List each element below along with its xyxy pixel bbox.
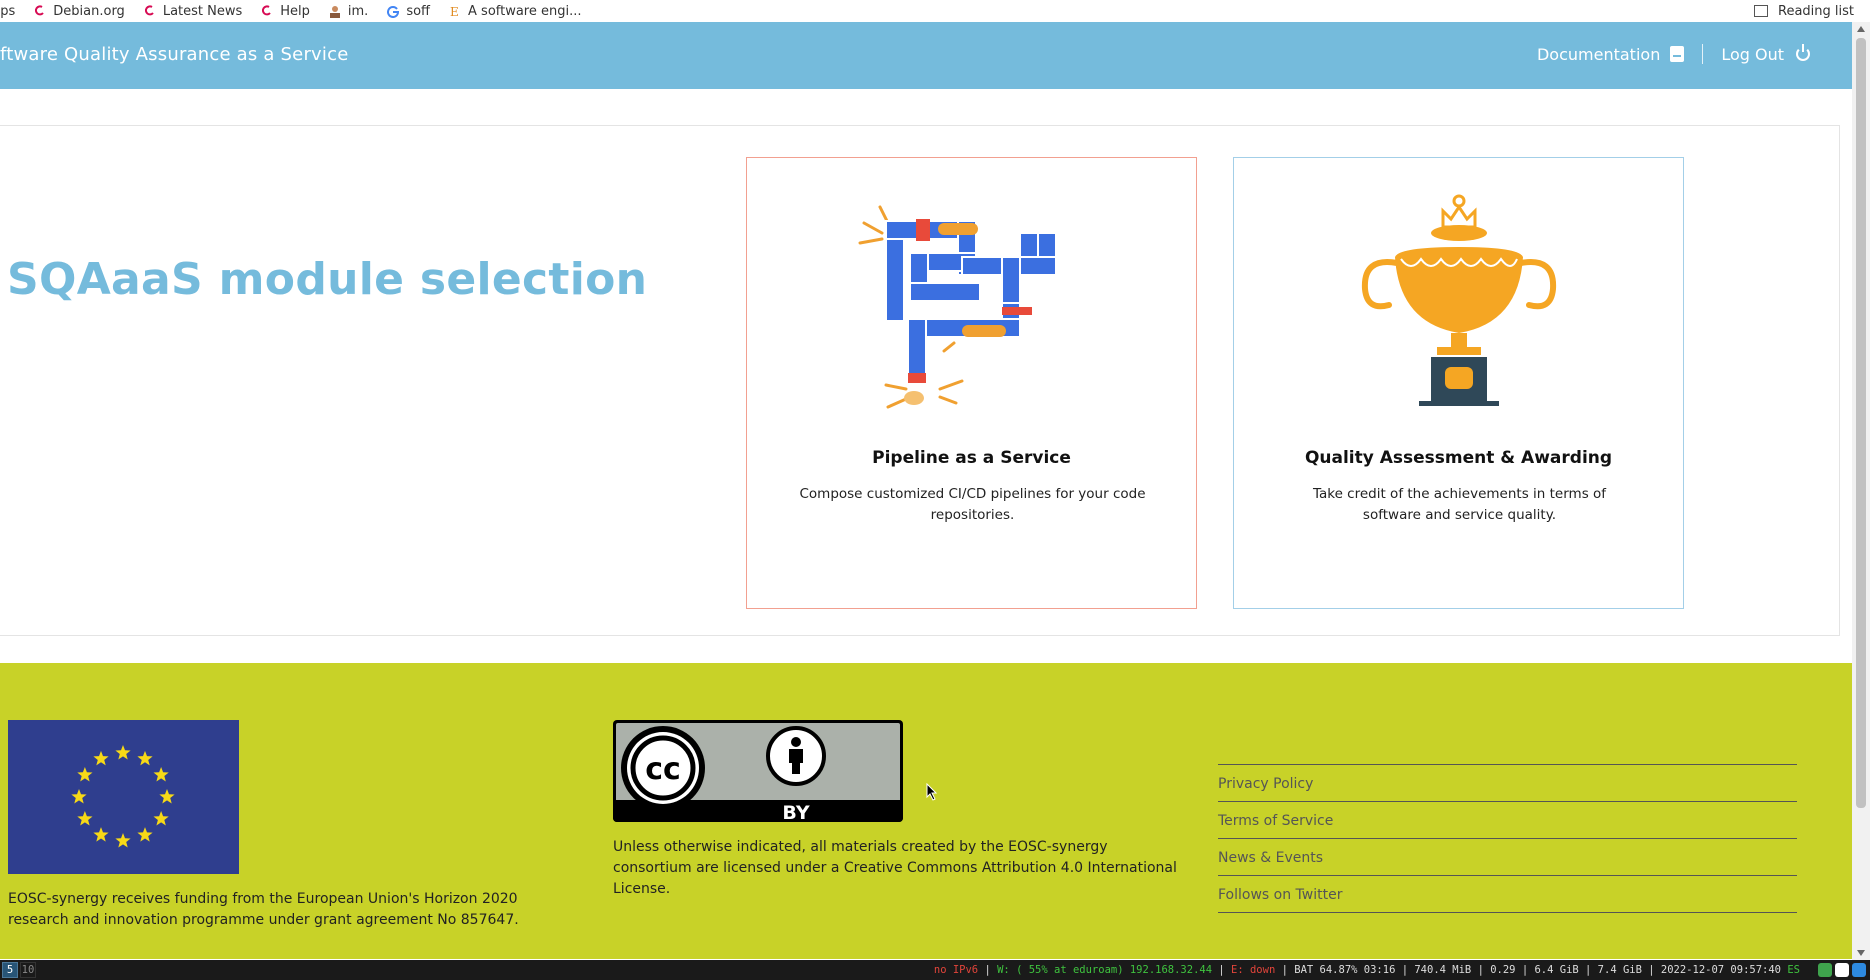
- scroll-down-arrow-icon[interactable]: [1857, 950, 1865, 956]
- debian-swirl-icon: [262, 5, 272, 16]
- page-scrollbar[interactable]: [1852, 22, 1870, 960]
- avatar-icon: [329, 6, 340, 18]
- scrollbar-thumb[interactable]: [1856, 38, 1866, 808]
- logout-link[interactable]: Log Out: [1721, 44, 1810, 64]
- system-tray: [1815, 963, 1866, 977]
- app-header: ftware Quality Assurance as a Service Do…: [0, 22, 1852, 89]
- workspace-5[interactable]: 5: [2, 962, 18, 978]
- system-status: BAT 64.87% 03:16 | 740.4 MiB | 0.29 | 6.…: [1294, 964, 1782, 976]
- quality-card-description: Take credit of the achievements in terms…: [1312, 486, 1607, 523]
- bookmark-debian[interactable]: Debian.org: [33, 4, 125, 19]
- workspace-10[interactable]: 10: [20, 962, 36, 978]
- bookmark-soff[interactable]: soff: [386, 4, 430, 19]
- quality-card-title: Quality Assessment & Awarding: [1304, 448, 1613, 468]
- chat-tray-icon[interactable]: [1852, 963, 1866, 977]
- debian-swirl-icon: [35, 5, 45, 16]
- book-icon: [1670, 46, 1685, 62]
- reading-list-label: Reading list: [1778, 3, 1854, 19]
- news-events-link[interactable]: News & Events: [1218, 839, 1797, 876]
- os-status-bar: 5 10 no IPv6 | W: ( 55% at eduroam) 192.…: [0, 960, 1870, 980]
- footer-links: Privacy Policy Terms of Service News & E…: [1218, 764, 1797, 913]
- terms-of-service-link[interactable]: Terms of Service: [1218, 802, 1797, 839]
- privacy-policy-link[interactable]: Privacy Policy: [1218, 765, 1797, 802]
- nav-divider: [1702, 44, 1704, 64]
- status-sep: |: [1212, 964, 1232, 976]
- app-title[interactable]: ftware Quality Assurance as a Service: [0, 44, 349, 65]
- settings-tray-icon[interactable]: [1835, 963, 1849, 977]
- bookmark-debian-label: Debian.org: [53, 3, 125, 19]
- bookmark-software-engineering[interactable]: E A software engi...: [448, 4, 581, 19]
- page-title: SQAaaS module selection: [7, 254, 648, 305]
- pipeline-illustration-icon: [858, 205, 1057, 409]
- bookmark-soff-label: soff: [406, 3, 431, 19]
- site-footer: EOSC-synergy receives funding from the E…: [0, 663, 1852, 959]
- status-sep: |: [1275, 964, 1295, 976]
- google-icon: [387, 6, 400, 18]
- bookmark-im[interactable]: im.: [328, 4, 368, 19]
- logout-label: Log Out: [1721, 44, 1784, 64]
- funding-text: EOSC-synergy receives funding from the E…: [8, 891, 519, 928]
- header-nav: Documentation Log Out: [1537, 44, 1810, 64]
- ethernet-status: E: down: [1231, 964, 1276, 976]
- bookmark-help-label: Help: [280, 3, 310, 19]
- creative-commons-by-icon[interactable]: cc BY: [613, 720, 903, 822]
- debian-swirl-icon: [144, 5, 154, 16]
- bookmark-software-engineering-label: A software engi...: [468, 3, 582, 19]
- twitter-link[interactable]: Follows on Twitter: [1218, 876, 1797, 913]
- power-icon: [1796, 44, 1810, 61]
- trophy-illustration-icon: [1361, 194, 1556, 406]
- pipeline-card-description: Compose customized CI/CD pipelines for y…: [799, 486, 1146, 523]
- locale-status: ES: [1787, 964, 1800, 976]
- bookmark-latest-news-label: Latest News: [162, 3, 243, 19]
- cc-by-label: BY: [782, 802, 809, 822]
- quality-assessment-card[interactable]: Quality Assessment & Awarding Take credi…: [1233, 157, 1684, 609]
- svg-text:cc: cc: [645, 752, 681, 787]
- mouse-cursor-icon: [926, 783, 938, 801]
- network-tray-icon[interactable]: [1818, 963, 1832, 977]
- bookmark-apps-label: pps: [0, 3, 16, 19]
- scroll-up-arrow-icon[interactable]: [1857, 26, 1865, 32]
- license-text: Unless otherwise indicated, all material…: [613, 839, 1177, 897]
- pipeline-card-title: Pipeline as a Service: [872, 448, 1071, 468]
- documentation-label: Documentation: [1536, 44, 1661, 64]
- status-sep: |: [978, 964, 998, 976]
- eu-flag-icon: [8, 720, 239, 874]
- svg-text:E: E: [450, 5, 459, 18]
- bookmark-im-label: im.: [347, 3, 369, 19]
- wireless-status: W: ( 55% at eduroam) 192.168.32.44: [997, 964, 1213, 976]
- bookmark-e-icon: E: [450, 5, 459, 18]
- bookmark-help[interactable]: Help: [260, 4, 310, 19]
- reading-list-button[interactable]: Reading list: [1754, 0, 1854, 22]
- bookmark-latest-news[interactable]: Latest News: [143, 4, 242, 19]
- reading-list-icon: [1754, 5, 1768, 17]
- bookmark-apps[interactable]: pps: [0, 4, 15, 19]
- pipeline-card[interactable]: Pipeline as a Service Compose customized…: [746, 157, 1197, 609]
- ipv6-status: no IPv6: [933, 964, 979, 976]
- documentation-link[interactable]: Documentation: [1536, 44, 1685, 64]
- status-info: no IPv6 | W: ( 55% at eduroam) 192.168.3…: [934, 960, 1800, 980]
- bookmarks-bar: pps Debian.org Latest News Help im. soff…: [0, 0, 1870, 22]
